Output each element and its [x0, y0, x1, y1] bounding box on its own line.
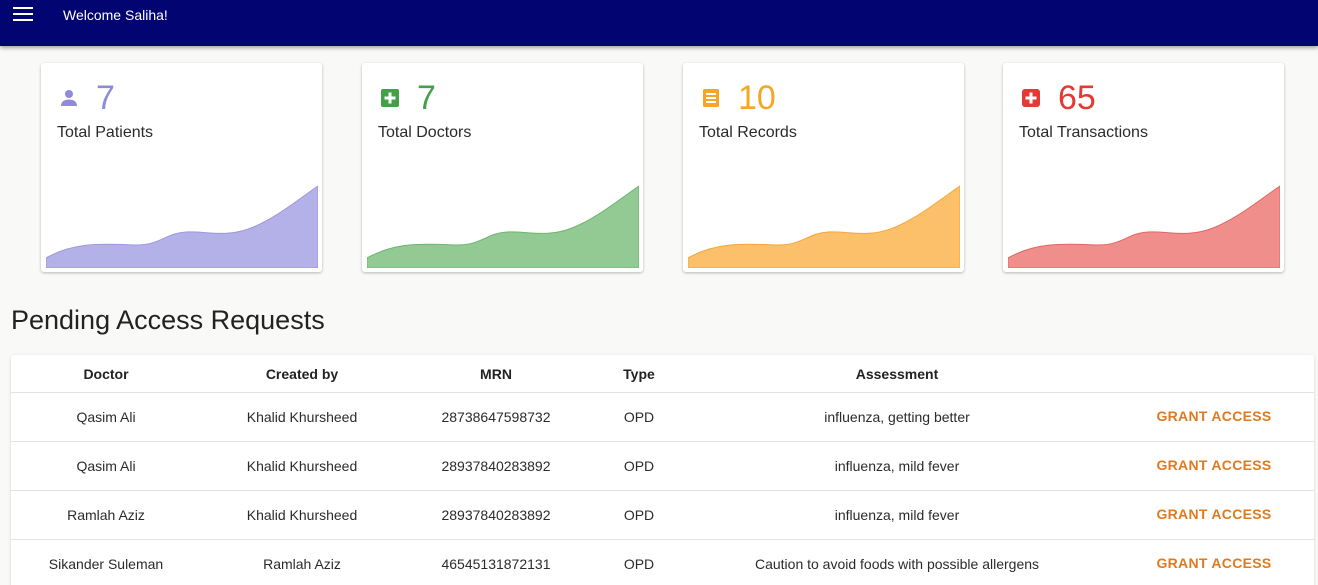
stat-count: 7 — [96, 79, 115, 117]
stat-count: 10 — [738, 79, 776, 117]
cell-type: OPD — [623, 507, 655, 523]
column-header-created-by: Created by — [265, 366, 339, 382]
plus-square-icon — [381, 89, 399, 107]
sparkline-chart — [367, 185, 639, 268]
cell-assessment: influenza, getting better — [824, 409, 970, 425]
grant-access-button[interactable]: GRANT ACCESS — [1151, 555, 1277, 571]
cell-assessment: Caution to avoid foods with possible all… — [754, 556, 1040, 572]
table-row: Sikander Suleman Ramlah Aziz 46545131872… — [11, 540, 1314, 585]
cell-assessment: influenza, mild fever — [834, 458, 960, 474]
cell-doctor: Qasim Ali — [76, 458, 136, 474]
column-header-type: Type — [623, 366, 655, 382]
cell-mrn: 28937840283892 — [441, 507, 551, 523]
access-requests-table: Doctor Created by MRN Type Assessment Qa… — [11, 355, 1314, 585]
grant-access-button[interactable]: GRANT ACCESS — [1151, 408, 1277, 424]
sparkline-chart — [688, 185, 960, 268]
column-header-doctor: Doctor — [83, 366, 129, 382]
cell-assessment: influenza, mild fever — [834, 507, 960, 523]
stat-count: 65 — [1058, 79, 1096, 117]
document-icon — [703, 89, 719, 107]
stat-count: 7 — [417, 79, 436, 117]
cell-created-by: Khalid Khursheed — [246, 409, 358, 425]
stat-label: Total Transactions — [1019, 124, 1148, 141]
welcome-text: Welcome Saliha! — [63, 7, 168, 23]
sparkline-chart — [46, 185, 318, 268]
cell-mrn: 46545131872131 — [441, 556, 551, 572]
cell-mrn: 28738647598732 — [441, 409, 551, 425]
hamburger-menu-icon[interactable] — [13, 7, 33, 23]
cell-mrn: 28937840283892 — [441, 458, 551, 474]
stat-card-transactions: 65 Total Transactions — [1003, 63, 1284, 272]
cell-type: OPD — [623, 458, 655, 474]
cell-type: OPD — [623, 409, 655, 425]
stat-card-doctors: 7 Total Doctors — [362, 63, 643, 272]
stat-label: Total Records — [699, 124, 797, 141]
table-row: Qasim Ali Khalid Khursheed 2873864759873… — [11, 393, 1314, 442]
table-row: Qasim Ali Khalid Khursheed 2893784028389… — [11, 442, 1314, 491]
first-aid-icon — [1022, 89, 1040, 107]
cell-doctor: Sikander Suleman — [48, 556, 164, 572]
section-title: Pending Access Requests — [11, 305, 325, 335]
table-row: Ramlah Aziz Khalid Khursheed 28937840283… — [11, 491, 1314, 540]
cell-created-by: Khalid Khursheed — [246, 458, 358, 474]
column-header-assessment: Assessment — [855, 366, 939, 382]
cell-created-by: Ramlah Aziz — [263, 556, 341, 572]
cell-doctor: Ramlah Aziz — [67, 507, 145, 523]
table-header: Doctor Created by MRN Type Assessment — [11, 355, 1314, 393]
person-icon — [61, 90, 77, 106]
stat-label: Total Patients — [57, 124, 154, 141]
sparkline-chart — [1008, 185, 1280, 268]
cell-created-by: Khalid Khursheed — [246, 507, 358, 523]
cell-type: OPD — [623, 556, 655, 572]
cell-doctor: Qasim Ali — [76, 409, 136, 425]
top-app-bar: Welcome Saliha! — [0, 0, 1318, 46]
stat-card-records: 10 Total Records — [683, 63, 964, 272]
stat-card-patients: 7 Total Patients — [41, 63, 322, 272]
column-header-mrn: MRN — [480, 366, 512, 382]
grant-access-button[interactable]: GRANT ACCESS — [1151, 506, 1277, 522]
grant-access-button[interactable]: GRANT ACCESS — [1151, 457, 1277, 473]
stat-label: Total Doctors — [378, 124, 472, 141]
